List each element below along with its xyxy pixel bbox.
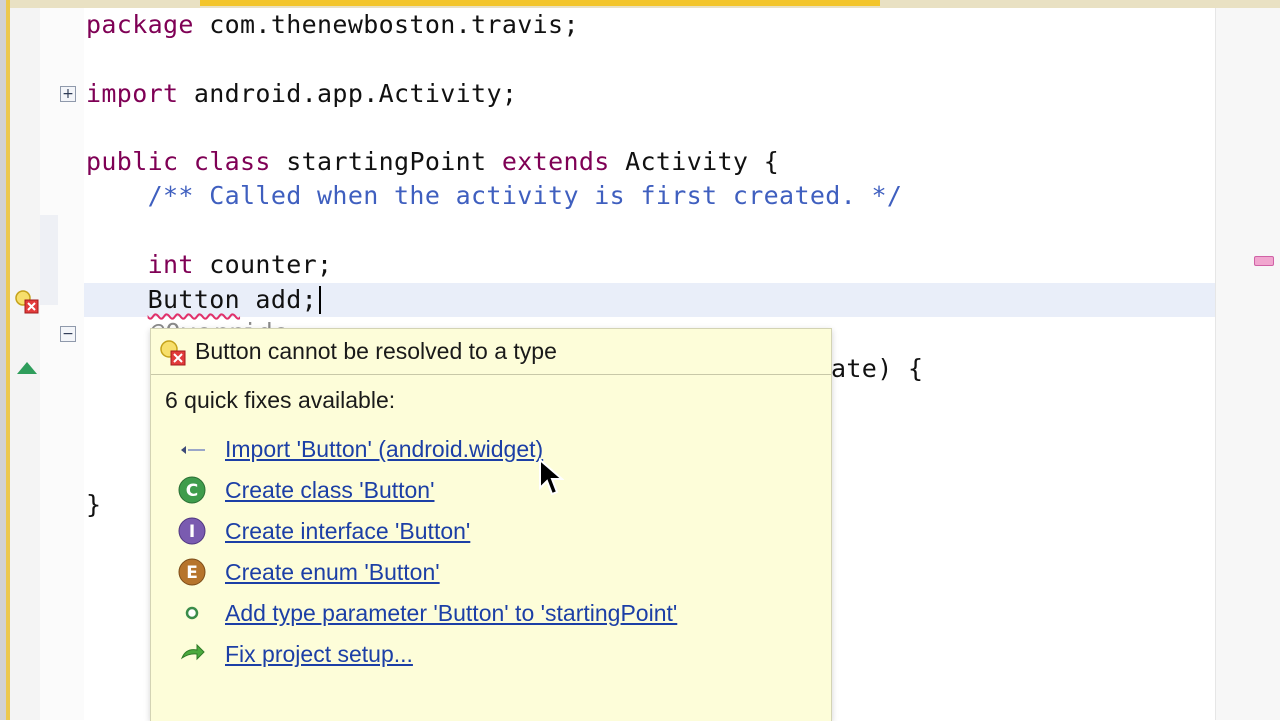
package-name: com.thenewboston.travis; bbox=[193, 10, 579, 39]
code-line-package[interactable]: package com.thenewboston.travis; bbox=[86, 10, 579, 40]
fix-label[interactable]: Create class 'Button' bbox=[225, 476, 435, 504]
error-quickfix-icon[interactable] bbox=[14, 289, 40, 315]
fix-label[interactable]: Fix project setup... bbox=[225, 640, 413, 668]
svg-text:I: I bbox=[189, 522, 195, 542]
field-add: add; bbox=[240, 285, 318, 314]
overview-error-marker[interactable] bbox=[1254, 256, 1274, 266]
fix-project-setup-button[interactable]: Fix project setup... bbox=[177, 637, 817, 671]
mouse-pointer-icon bbox=[539, 458, 564, 496]
quickfix-count: 6 quick fixes available: bbox=[165, 387, 396, 413]
problem-description: Button cannot be resolved to a type bbox=[195, 338, 557, 364]
code-line-method-partial[interactable]: ate) { bbox=[831, 354, 923, 384]
quickfix-popup[interactable]: Button cannot be resolved to a type 6 qu… bbox=[150, 328, 832, 721]
type-parameter-icon bbox=[185, 606, 199, 620]
code-line-closing-brace[interactable]: } bbox=[86, 490, 101, 520]
fix-label[interactable]: Import 'Button' (android.widget) bbox=[225, 435, 543, 463]
editor-tab-strip bbox=[0, 0, 1280, 8]
fix-create-interface-button[interactable]: I Create interface 'Button' bbox=[177, 514, 817, 548]
keyword-class: class bbox=[193, 147, 271, 176]
code-line-annotation-partial: @Override bbox=[150, 318, 289, 328]
text-caret bbox=[319, 286, 322, 314]
keyword-int: int bbox=[147, 250, 194, 279]
fix-label[interactable]: Create enum 'Button' bbox=[225, 558, 440, 586]
error-icon bbox=[160, 340, 186, 366]
keyword-public: public bbox=[86, 147, 179, 176]
svg-text:C: C bbox=[186, 481, 198, 501]
folding-ruler bbox=[40, 8, 84, 720]
unresolved-type-button[interactable]: Button bbox=[148, 285, 240, 314]
fix-create-enum-button[interactable]: E Create enum 'Button' bbox=[177, 555, 817, 589]
fix-label[interactable]: Add type parameter 'Button' to 'starting… bbox=[225, 599, 677, 627]
expand-imports-icon[interactable]: + bbox=[60, 86, 76, 102]
field-counter: counter; bbox=[193, 250, 333, 279]
active-editor-tab[interactable] bbox=[200, 0, 880, 6]
enum-e-icon: E bbox=[178, 558, 206, 586]
quickfix-header: Button cannot be resolved to a type bbox=[151, 329, 831, 375]
override-indicator-icon bbox=[17, 362, 37, 374]
import-arrow-icon bbox=[181, 446, 205, 454]
folding-range-highlight bbox=[40, 215, 58, 305]
keyword-extends: extends bbox=[501, 147, 610, 176]
import-path: android.app.Activity; bbox=[178, 79, 518, 108]
svg-text:E: E bbox=[186, 563, 198, 583]
code-line-button[interactable]: Button add; bbox=[86, 285, 322, 315]
code-line-class-declaration[interactable]: public class startingPoint extends Activ… bbox=[86, 147, 779, 177]
overview-ruler[interactable] bbox=[1215, 8, 1280, 720]
code-line-comment[interactable]: /** Called when the activity is first cr… bbox=[86, 181, 902, 211]
fix-add-type-parameter-button[interactable]: Add type parameter 'Button' to 'starting… bbox=[177, 596, 817, 630]
keyword-package: package bbox=[86, 10, 194, 39]
class-c-icon: C bbox=[178, 476, 206, 504]
fix-import-button[interactable]: Import 'Button' (android.widget) bbox=[177, 432, 817, 466]
class-name: startingPoint bbox=[270, 147, 502, 176]
code-line-import[interactable]: import android.app.Activity; bbox=[86, 79, 517, 109]
code-line-counter[interactable]: int counter; bbox=[86, 250, 332, 280]
interface-i-icon: I bbox=[178, 517, 206, 545]
window-frame-left bbox=[0, 0, 10, 720]
collapse-method-icon[interactable]: − bbox=[60, 326, 76, 342]
keyword-import: import bbox=[86, 79, 179, 108]
fix-create-class-button[interactable]: C Create class 'Button' bbox=[177, 473, 817, 507]
fix-setup-icon bbox=[180, 643, 205, 661]
fix-label[interactable]: Create interface 'Button' bbox=[225, 517, 470, 545]
superclass: Activity { bbox=[609, 147, 780, 176]
